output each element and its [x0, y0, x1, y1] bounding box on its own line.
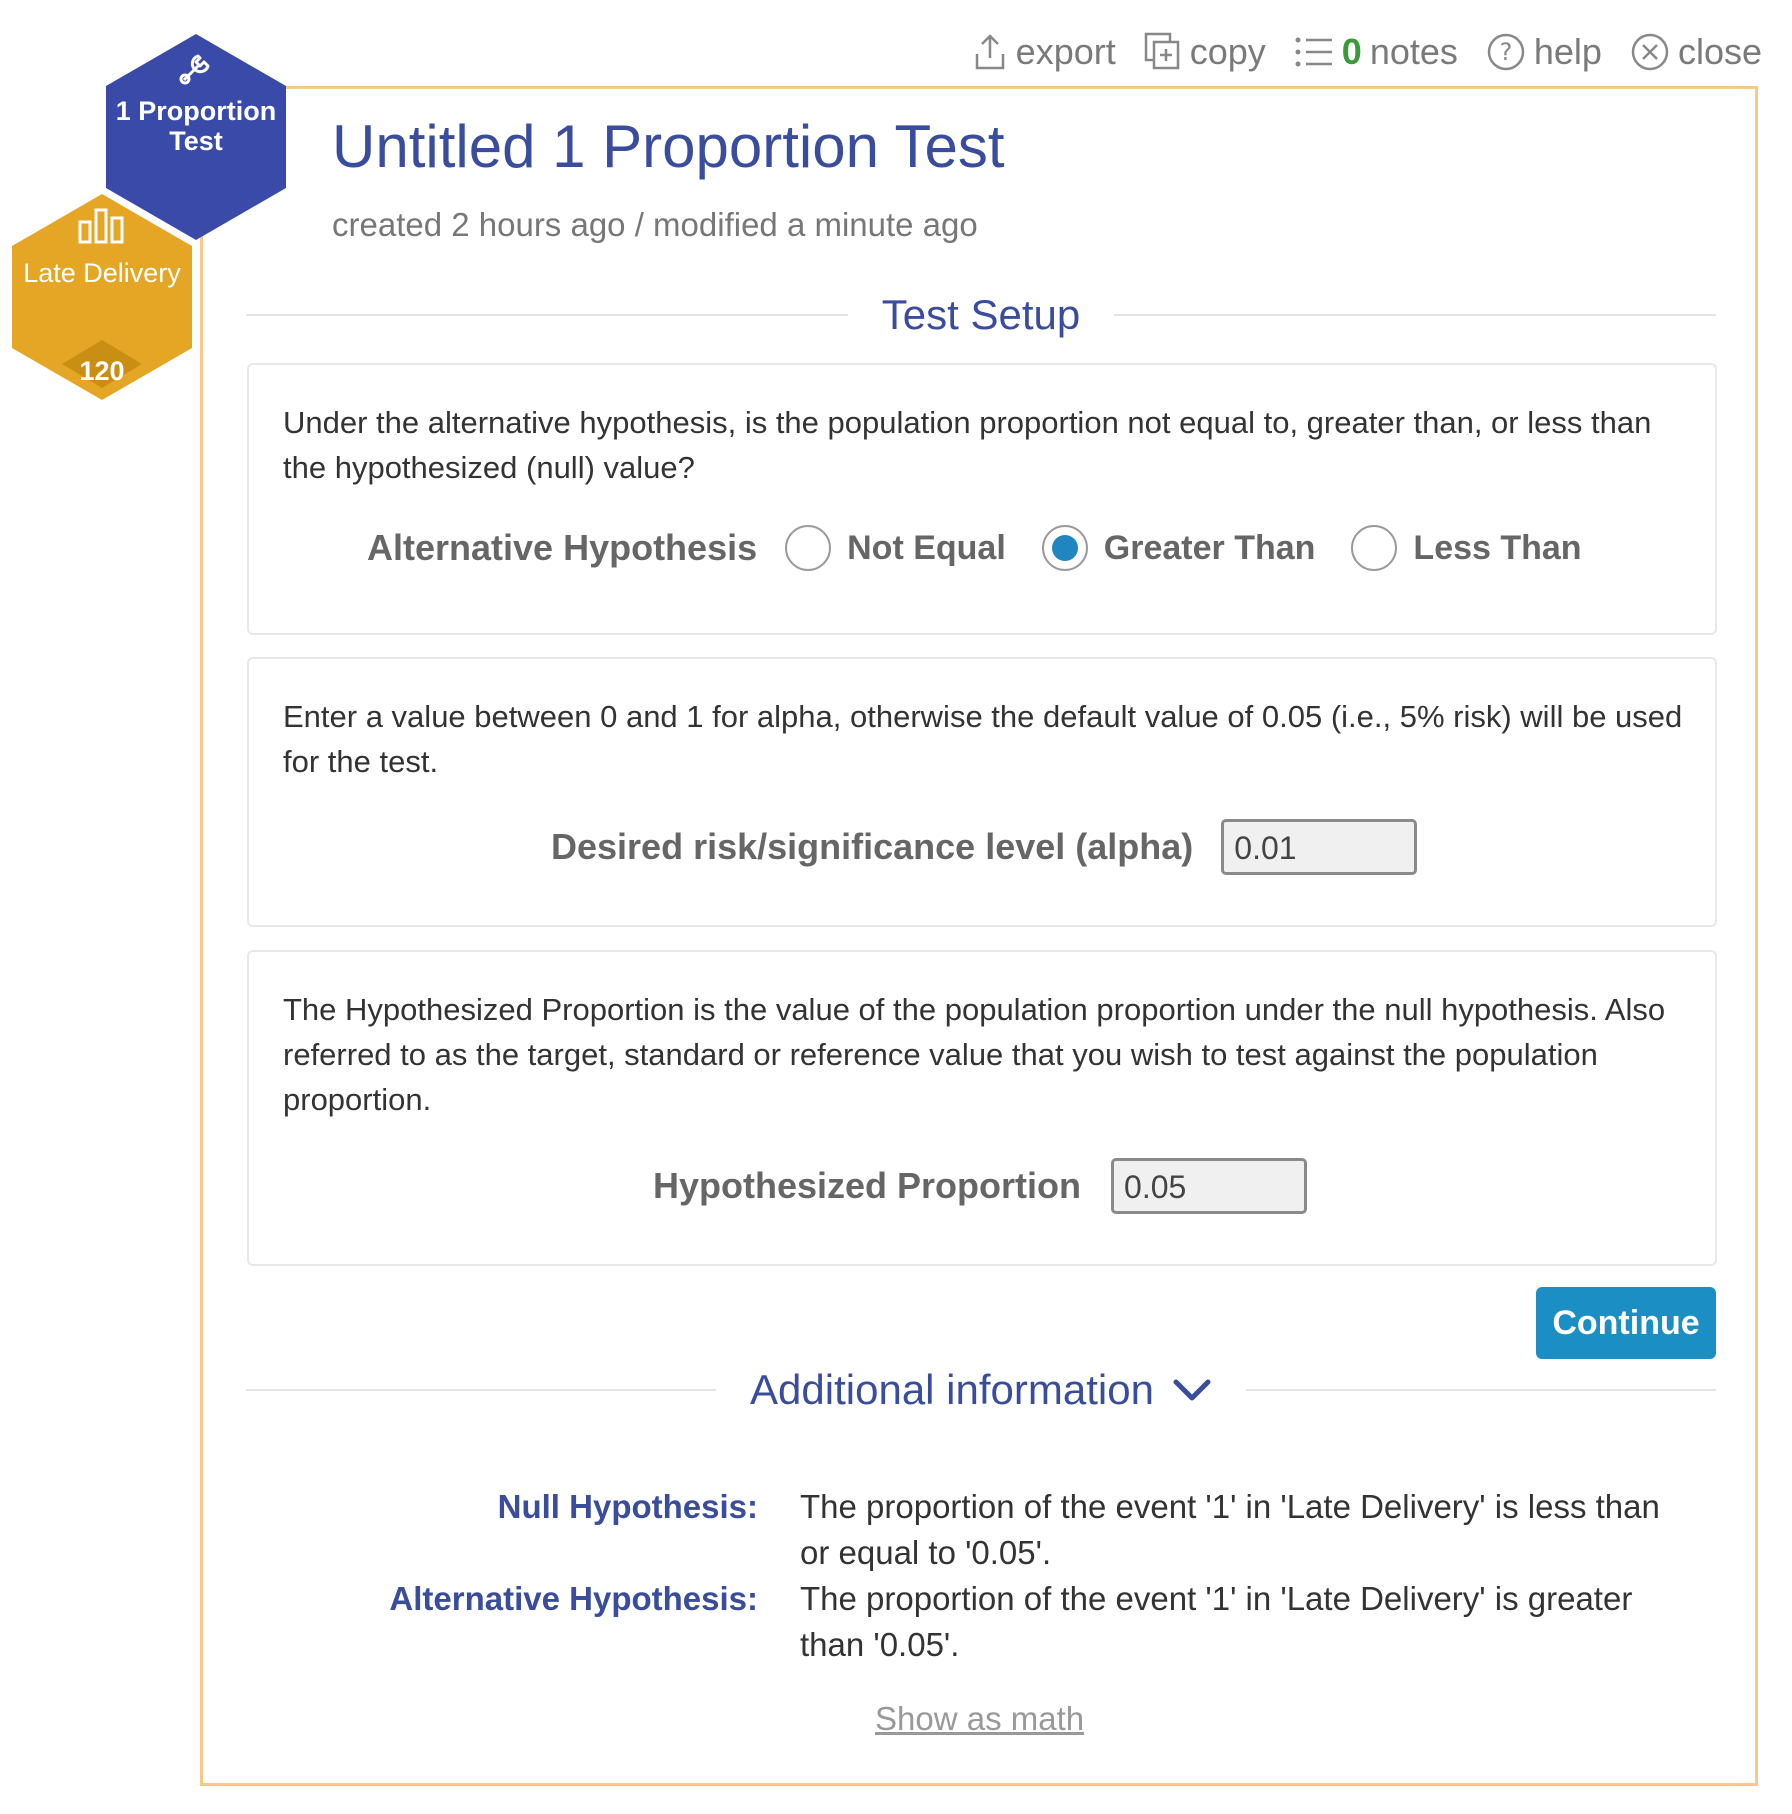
- alpha-row: Desired risk/significance level (alpha) …: [551, 819, 1418, 875]
- alternative-hypothesis-text: The proportion of the event '1' in 'Late…: [800, 1580, 1633, 1663]
- alpha-input[interactable]: 0.01: [1221, 819, 1418, 875]
- alternative-hypothesis-row: Alternative Hypothesis Not Equal Greater…: [367, 525, 1582, 571]
- proportion-description: The Hypothesized Proportion is the value…: [283, 992, 1666, 1117]
- export-icon: [975, 34, 1004, 70]
- page-meta: created 2 hours ago / modified a minute …: [332, 206, 978, 243]
- toolbar: export copy 0 notes ? help close: [972, 28, 1762, 76]
- test-setup-heading: Test Setup: [246, 285, 1716, 345]
- help-label: help: [1533, 31, 1602, 72]
- alternative-hypothesis-info-label: Alternative Hypothesis:: [389, 1580, 758, 1617]
- test-hexagon-label: 1 Proportion Test: [115, 96, 277, 156]
- chevron-down-icon: [1173, 1379, 1211, 1401]
- null-hypothesis-label: Null Hypothesis:: [497, 1488, 758, 1525]
- alpha-card: Enter a value between 0 and 1 for alpha,…: [247, 657, 1717, 927]
- option-not-equal[interactable]: Not Equal: [847, 529, 1006, 568]
- divider: [1245, 1389, 1716, 1391]
- help-button[interactable]: ? help: [1486, 31, 1602, 73]
- additional-info-heading: Additional information: [246, 1360, 1716, 1420]
- copy-icon: [1144, 32, 1179, 70]
- hypothesis-description: Under the alternative hypothesis, is the…: [283, 405, 1652, 485]
- dataset-hexagon-label: Late Delivery: [23, 258, 181, 288]
- notes-label: notes: [1369, 31, 1458, 72]
- radio-greater-than[interactable]: [1041, 525, 1088, 571]
- close-label: close: [1677, 31, 1762, 72]
- additional-info-title: Additional information: [750, 1366, 1154, 1413]
- option-greater-than[interactable]: Greater Than: [1104, 529, 1316, 568]
- divider: [246, 314, 848, 316]
- additional-info-toggle[interactable]: Additional information: [716, 1366, 1246, 1414]
- radio-not-equal[interactable]: [785, 525, 832, 571]
- test-setup-title: Test Setup: [881, 291, 1081, 338]
- notes-count: 0: [1341, 31, 1362, 72]
- notes-button[interactable]: 0 notes: [1294, 31, 1458, 73]
- copy-button[interactable]: copy: [1144, 31, 1266, 73]
- proportion-row: Hypothesized Proportion 0.05: [653, 1158, 1308, 1214]
- notes-icon: [1295, 37, 1332, 67]
- hypothesis-card: Under the alternative hypothesis, is the…: [247, 363, 1717, 635]
- alpha-label: Desired risk/significance level (alpha): [551, 826, 1194, 867]
- dataset-count: 120: [79, 356, 125, 386]
- divider: [1114, 314, 1716, 316]
- show-as-math-link[interactable]: Show as math: [875, 1700, 1084, 1738]
- export-button[interactable]: export: [972, 31, 1116, 73]
- close-button[interactable]: close: [1630, 31, 1762, 73]
- proportion-input[interactable]: 0.05: [1111, 1158, 1308, 1214]
- svg-text:?: ?: [1500, 38, 1513, 66]
- page-title[interactable]: Untitled 1 Proportion Test: [332, 112, 1005, 181]
- help-icon: ?: [1487, 33, 1525, 71]
- radio-dot: [1051, 535, 1078, 561]
- divider: [246, 1389, 717, 1391]
- option-less-than[interactable]: Less Than: [1413, 529, 1581, 568]
- alternative-hypothesis-label: Alternative Hypothesis: [367, 527, 758, 568]
- export-label: export: [1015, 31, 1116, 72]
- proportion-label: Hypothesized Proportion: [653, 1165, 1082, 1206]
- continue-button[interactable]: Continue: [1536, 1287, 1716, 1359]
- radio-less-than[interactable]: [1351, 525, 1398, 571]
- alpha-description: Enter a value between 0 and 1 for alpha,…: [283, 699, 1683, 779]
- proportion-card: The Hypothesized Proportion is the value…: [247, 950, 1717, 1266]
- copy-label: copy: [1189, 31, 1266, 72]
- close-icon: [1631, 33, 1669, 71]
- null-hypothesis-text: The proportion of the event '1' in 'Late…: [800, 1488, 1660, 1571]
